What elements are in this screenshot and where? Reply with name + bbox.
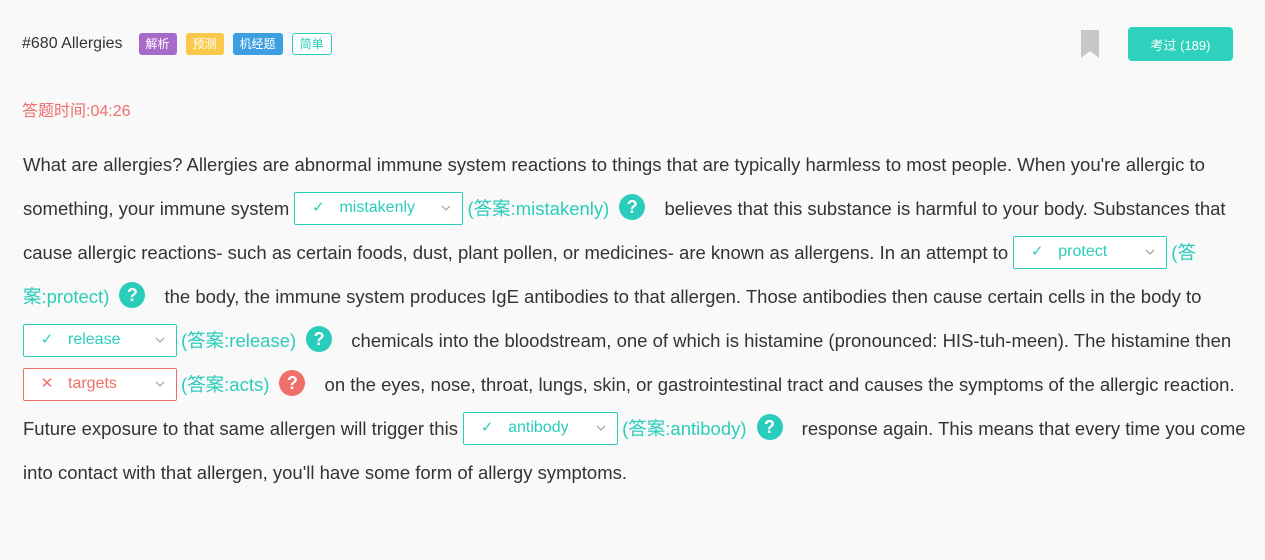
passage-text: the body, the immune system produces IgE… [164, 286, 1202, 307]
chevron-down-icon [596, 425, 606, 432]
answer-label: (答案:antibody) [622, 418, 747, 439]
timer-label: 答题时间: [22, 103, 91, 120]
question-icon[interactable]: ? [119, 282, 146, 309]
cross-icon: ✕ [40, 375, 54, 393]
question-icon[interactable]: ? [756, 414, 783, 441]
tag-prediction[interactable]: 预测 [185, 33, 224, 55]
blank-select-5[interactable]: ✓ antibody [463, 411, 619, 445]
blank-value: mistakenly [339, 199, 416, 217]
question-title: #680 Allergies [22, 35, 123, 52]
timer-value: 04:26 [90, 103, 131, 120]
blank-value: protect [1058, 243, 1108, 261]
tag-exam-question[interactable]: 机经题 [232, 33, 283, 55]
blank-select-4[interactable]: ✕ targets [23, 367, 177, 401]
blank-select-1[interactable]: ✓ mistakenly [294, 191, 464, 225]
check-icon: ✓ [1030, 243, 1044, 261]
chevron-down-icon [155, 381, 165, 388]
question-icon[interactable]: ? [619, 194, 646, 221]
chevron-down-icon [155, 337, 165, 344]
tag-difficulty: 简单 [291, 33, 332, 55]
answer-label: (答案:release) [181, 330, 297, 351]
exam-count-button[interactable]: 考过 (189) [1128, 27, 1233, 61]
passage: What are allergies? Allergies are abnorm… [23, 143, 1248, 495]
blank-select-3[interactable]: ✓ release [23, 323, 177, 357]
answer-label: (答案:mistakenly) [467, 198, 610, 219]
question-header: #680 Allergies 解析 预测 机经题 简单 [22, 31, 341, 57]
chevron-down-icon [441, 205, 451, 212]
check-icon: ✓ [480, 419, 494, 437]
passage-text: chemicals into the bloodstream, one of w… [351, 330, 1232, 351]
check-icon: ✓ [312, 199, 325, 217]
question-icon[interactable]: ? [279, 370, 306, 397]
blank-value: targets [68, 375, 117, 393]
answer-timer: 答题时间:04:26 [22, 97, 131, 121]
tag-analysis[interactable]: 解析 [138, 33, 177, 55]
answer-label: (答案:acts) [181, 374, 270, 395]
question-icon[interactable]: ? [306, 326, 333, 353]
chevron-down-icon [1145, 249, 1155, 256]
blank-value: release [68, 331, 121, 349]
check-icon: ✓ [40, 331, 54, 349]
blank-select-2[interactable]: ✓ protect [1013, 235, 1168, 269]
blank-value: antibody [508, 419, 569, 437]
bookmark-icon[interactable] [1081, 30, 1099, 58]
